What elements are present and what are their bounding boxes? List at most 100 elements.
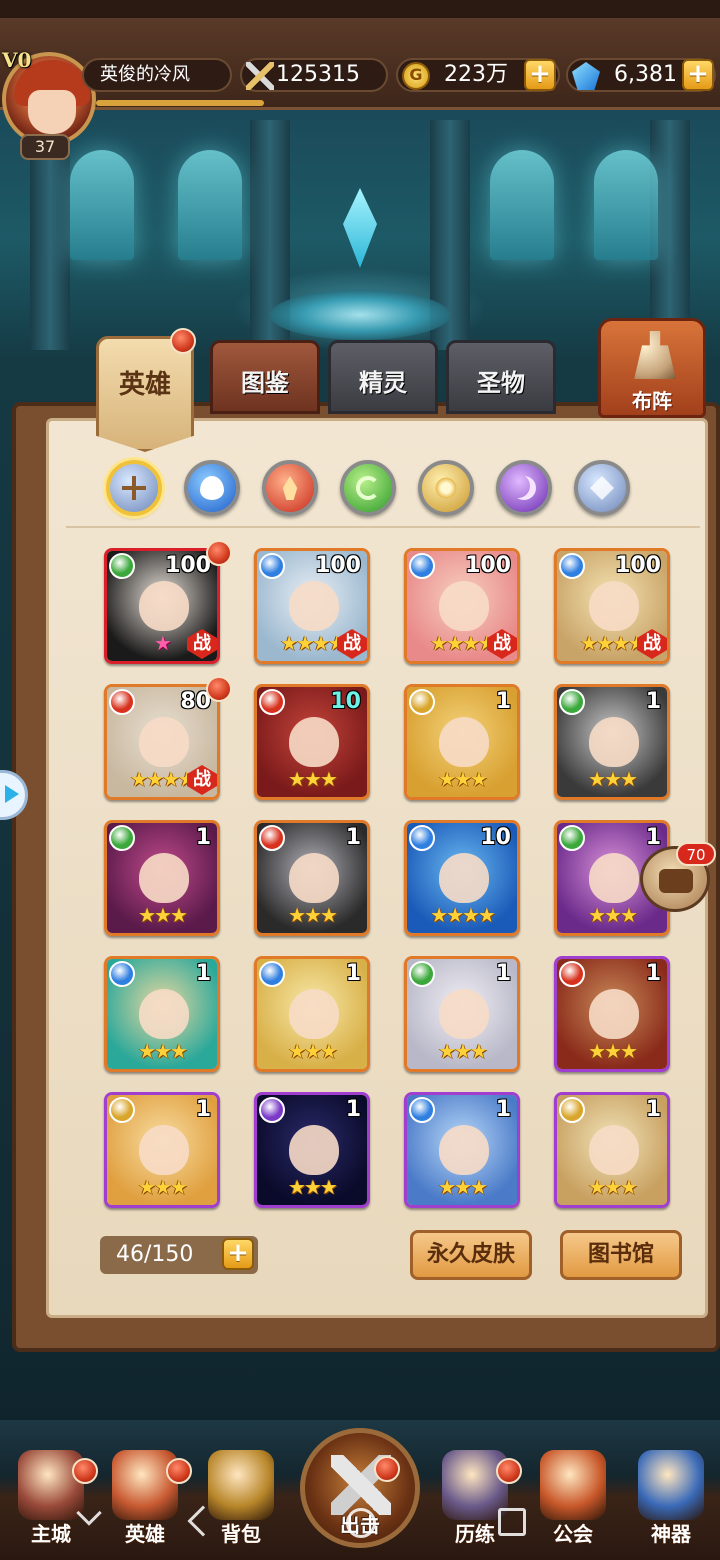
hero-stars: ★★★: [438, 1039, 488, 1063]
nav-treasure-chest[interactable]: 背包: [194, 1440, 288, 1556]
xp-bar: [96, 100, 264, 106]
water-drop-icon: [200, 476, 224, 500]
hero-card[interactable]: 80 ★★★★ 战: [104, 684, 220, 800]
hero-stars: ★★★: [588, 1175, 638, 1199]
hero-face: [439, 853, 489, 903]
window: [594, 150, 658, 260]
diamond-icon: [572, 62, 600, 90]
artifact-gem-icon: [638, 1450, 704, 1520]
treasure-chest-icon: [208, 1450, 274, 1520]
hero-level: 10: [480, 825, 511, 850]
element-filter-fire[interactable]: [262, 460, 318, 516]
water-element-icon: [109, 961, 135, 987]
player-name[interactable]: 英俊的冷风: [82, 58, 232, 92]
hero-face: [289, 853, 339, 903]
notification-dot: [206, 540, 232, 566]
tab-relics[interactable]: 圣物: [446, 340, 556, 414]
gold-coin-icon: G: [402, 62, 430, 90]
hero-face: [139, 717, 189, 767]
library-button[interactable]: 图书馆: [560, 1230, 682, 1280]
hero-card[interactable]: 1 ★★★: [554, 1092, 670, 1208]
vip-label: V0: [2, 48, 32, 72]
dark-element-icon: [259, 1097, 285, 1123]
element-filter-neutral-crystal[interactable]: [574, 460, 630, 516]
hero-card[interactable]: 100 ★★★★ 战: [554, 548, 670, 664]
hero-card[interactable]: 1 ★★★: [254, 820, 370, 936]
hero-stars: ★★★: [288, 903, 338, 927]
nav-label: 公会: [553, 1522, 593, 1546]
hero-card[interactable]: 1 ★★★: [104, 956, 220, 1072]
player-level: 37: [20, 134, 70, 160]
hero-card[interactable]: 1 ★★★: [104, 1092, 220, 1208]
water-element-icon: [409, 1097, 435, 1123]
home-icon[interactable]: [346, 1508, 376, 1538]
power-value: 125315: [276, 62, 360, 87]
hero-card[interactable]: 1 ★★★: [404, 1092, 520, 1208]
hero-level: 1: [345, 825, 361, 850]
hero-stars: ★★★: [138, 903, 188, 927]
avatar-face: [28, 90, 76, 134]
add-gold-button[interactable]: +: [524, 59, 556, 91]
hero-card[interactable]: 1 ★★★: [254, 1092, 370, 1208]
light-element-icon: [559, 1097, 585, 1123]
crossed-swords-icon: [246, 62, 274, 90]
wind-element-icon: [559, 689, 585, 715]
hero-level: 100: [465, 553, 511, 578]
hero-card[interactable]: 10 ★★★: [254, 684, 370, 800]
nav-guild-shield[interactable]: 公会: [526, 1440, 620, 1556]
neutral-crystal-icon: [590, 476, 614, 500]
hero-face: [139, 853, 189, 903]
hero-stars: ★★★: [588, 903, 638, 927]
notification-dot: [496, 1458, 522, 1484]
guild-shield-icon: [540, 1450, 606, 1520]
expand-slots-button[interactable]: +: [222, 1238, 254, 1270]
window: [490, 150, 554, 260]
tab-spirits[interactable]: 精灵: [328, 340, 438, 414]
notification-dot: [206, 676, 232, 702]
element-filter-water-drop[interactable]: [184, 460, 240, 516]
light-element-icon: [409, 689, 435, 715]
element-filter-all[interactable]: [106, 460, 162, 516]
water-element-icon: [559, 553, 585, 579]
hero-card[interactable]: 100 ★★★★ 战: [404, 548, 520, 664]
hero-card[interactable]: 100 ★ 战: [104, 548, 220, 664]
gem-value: 6,381: [614, 62, 677, 87]
tab-collection[interactable]: 图鉴: [210, 340, 320, 414]
fire-element-icon: [109, 689, 135, 715]
hero-card[interactable]: 1 ★★★: [104, 820, 220, 936]
hero-level: 1: [495, 1097, 511, 1122]
recent-apps-icon[interactable]: [498, 1508, 526, 1536]
hero-level: 1: [495, 961, 511, 986]
fire-element-icon: [559, 961, 585, 987]
hero-card[interactable]: 10 ★★★★: [404, 820, 520, 936]
element-filter-dark-moon[interactable]: [496, 460, 552, 516]
notification-dot: [374, 1456, 400, 1482]
permanent-skins-button[interactable]: 永久皮肤: [410, 1230, 532, 1280]
fire-element-icon: [259, 825, 285, 851]
hero-level: 10: [330, 689, 361, 714]
nav-artifact-gem[interactable]: 神器: [624, 1440, 718, 1556]
hero-card[interactable]: 1 ★★★: [554, 684, 670, 800]
hero-level: 1: [495, 689, 511, 714]
add-gems-button[interactable]: +: [682, 59, 714, 91]
chess-pieces-icon: [634, 331, 676, 379]
hero-face: [289, 717, 339, 767]
hero-card[interactable]: 1 ★★★: [404, 684, 520, 800]
hero-card[interactable]: 100 ★★★★ 战: [254, 548, 370, 664]
hero-stars: ★★★★: [430, 903, 496, 927]
hero-card[interactable]: 1 ★★★: [254, 956, 370, 1072]
hero-level: 100: [165, 553, 211, 578]
chat-unread-count: 70: [676, 842, 716, 866]
hero-stars: ★★★: [438, 1175, 488, 1199]
hero-face: [139, 989, 189, 1039]
element-filter-wind[interactable]: [340, 460, 396, 516]
formation-button[interactable]: 布阵: [598, 318, 706, 418]
hero-card[interactable]: 1 ★★★: [554, 956, 670, 1072]
hero-stars: ★★★: [288, 767, 338, 791]
light-sun-icon: [434, 476, 458, 500]
element-filter-light-sun[interactable]: [418, 460, 474, 516]
hero-card[interactable]: 1 ★★★: [404, 956, 520, 1072]
hero-face: [439, 717, 489, 767]
hero-level: 1: [645, 689, 661, 714]
hero-face: [139, 581, 189, 631]
